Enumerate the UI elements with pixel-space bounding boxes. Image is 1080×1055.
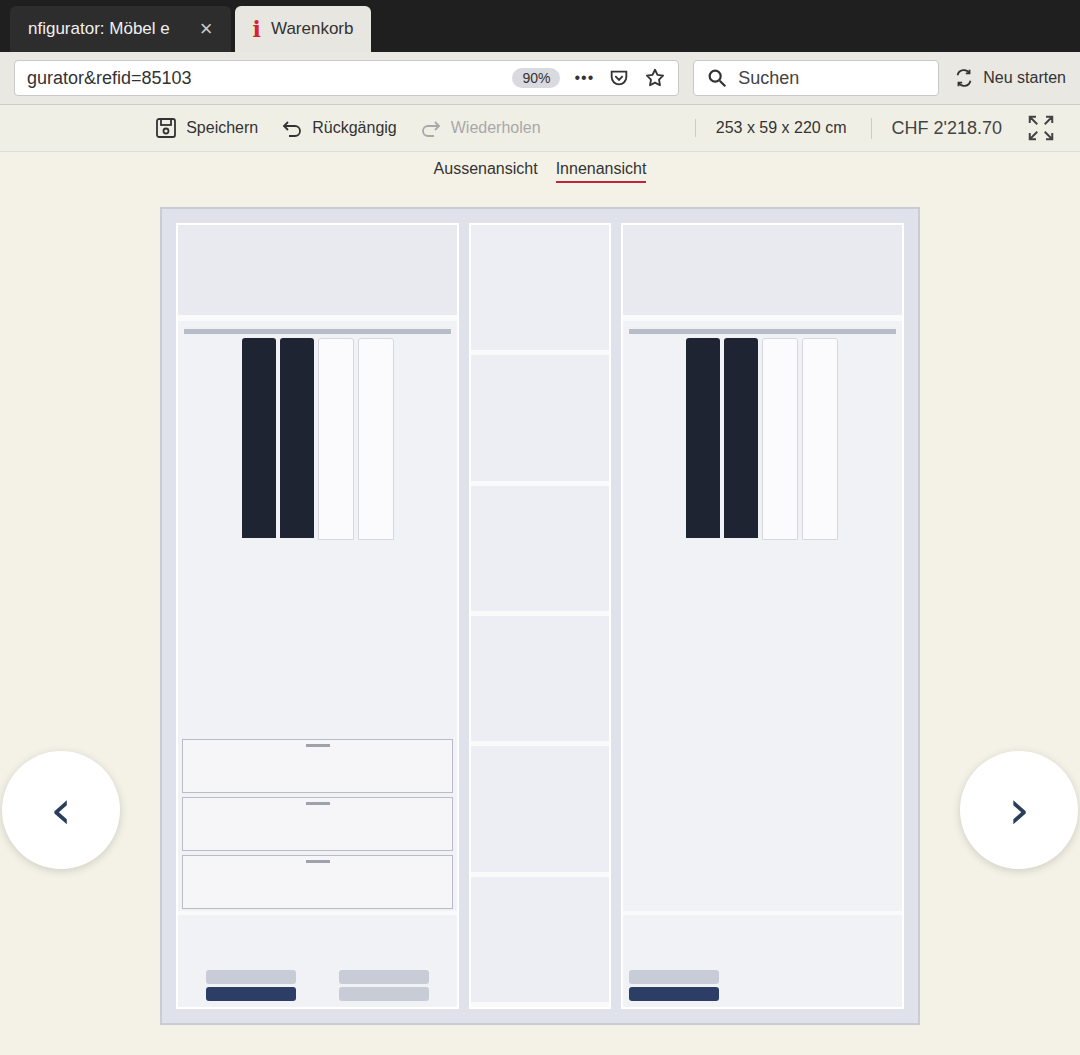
wardrobe-interior[interactable] — [160, 207, 920, 1025]
toolbar-action[interactable]: Speichern — [154, 116, 258, 140]
configurator-canvas: ‹› — [0, 191, 1080, 1055]
browser-tab-strip: nfigurator: Möbel e × i Warenkorb — [0, 0, 1080, 52]
drawer[interactable] — [182, 797, 453, 851]
shop-logo-icon: i — [253, 16, 261, 42]
address-text: gurator&refid=85103 — [27, 68, 498, 89]
restart-icon — [953, 67, 975, 89]
tab-label: Warenkorb — [271, 19, 354, 39]
hanging-area — [178, 334, 457, 737]
undo-arrow-icon — [280, 116, 304, 140]
redo-arrow-icon — [419, 116, 443, 140]
search-icon — [706, 67, 728, 89]
tab-close-button[interactable]: × — [200, 16, 213, 42]
configurator-toolbar: Speichern Rückgängig Wiederholen 253 x 59 x… — [0, 105, 1080, 152]
folded-clothes — [206, 970, 296, 1001]
pocket-icon[interactable] — [608, 67, 630, 89]
browser-nav-bar: gurator&refid=85103 90% ••• Suchen Neu start… — [0, 52, 1080, 105]
bottom-shelf — [623, 911, 902, 1007]
clothes-rail — [629, 329, 896, 334]
search-placeholder: Suchen — [738, 68, 799, 89]
top-shelf — [623, 225, 902, 321]
dimensions-text: 253 x 59 x 220 cm — [695, 119, 847, 137]
shelf — [471, 355, 609, 485]
shelf — [471, 616, 609, 746]
clothes-rail — [184, 329, 451, 334]
bookmark-star-icon[interactable] — [644, 67, 666, 89]
action-label: Speichern — [186, 119, 258, 137]
action-label: Wiederholen — [451, 119, 541, 137]
wardrobe-left-column — [176, 223, 459, 1009]
restart-label: Neu starten — [983, 69, 1066, 87]
hanging-clothes — [686, 334, 838, 911]
previous-image-button[interactable]: ‹ — [2, 751, 120, 869]
page-actions-button[interactable]: ••• — [574, 69, 594, 87]
toolbar-action[interactable]: Rückgängig — [280, 116, 397, 140]
next-image-button[interactable]: › — [960, 751, 1078, 869]
folded-clothes — [629, 970, 719, 1001]
view-tab[interactable]: Innenansicht — [556, 160, 647, 183]
shelf — [471, 746, 609, 876]
wardrobe-middle-column — [469, 223, 611, 1009]
browser-tab[interactable]: i Warenkorb — [235, 6, 372, 52]
screen: nfigurator: Möbel e × i Warenkorb gurator&re… — [0, 0, 1080, 1055]
search-field[interactable]: Suchen — [693, 60, 939, 96]
drawer[interactable] — [182, 855, 453, 909]
toolbar-action: Wiederholen — [419, 116, 541, 140]
view-tab[interactable]: Aussenansicht — [434, 160, 538, 183]
browser-tab[interactable]: nfigurator: Möbel e × — [10, 6, 231, 52]
address-field[interactable]: gurator&refid=85103 90% ••• — [14, 60, 679, 96]
save-disk-icon — [154, 116, 178, 140]
zoom-badge[interactable]: 90% — [512, 68, 560, 88]
restart-button[interactable]: Neu starten — [953, 67, 1066, 89]
bottom-shelf — [178, 911, 457, 1007]
fullscreen-icon[interactable] — [1026, 113, 1056, 143]
folded-clothes — [339, 970, 429, 1001]
view-switch: Aussenansicht Innenansicht — [0, 152, 1080, 191]
hanging-clothes — [242, 334, 394, 737]
shelf — [471, 486, 609, 616]
wardrobe-right-column — [621, 223, 904, 1009]
drawer[interactable] — [182, 739, 453, 793]
top-shelf — [178, 225, 457, 321]
price-text: CHF 2'218.70 — [871, 118, 1003, 139]
shelf — [471, 225, 609, 355]
action-label: Rückgängig — [312, 119, 397, 137]
shelf — [471, 877, 609, 1007]
tab-label: nfigurator: Möbel e — [28, 19, 170, 39]
hanging-area — [623, 334, 902, 911]
